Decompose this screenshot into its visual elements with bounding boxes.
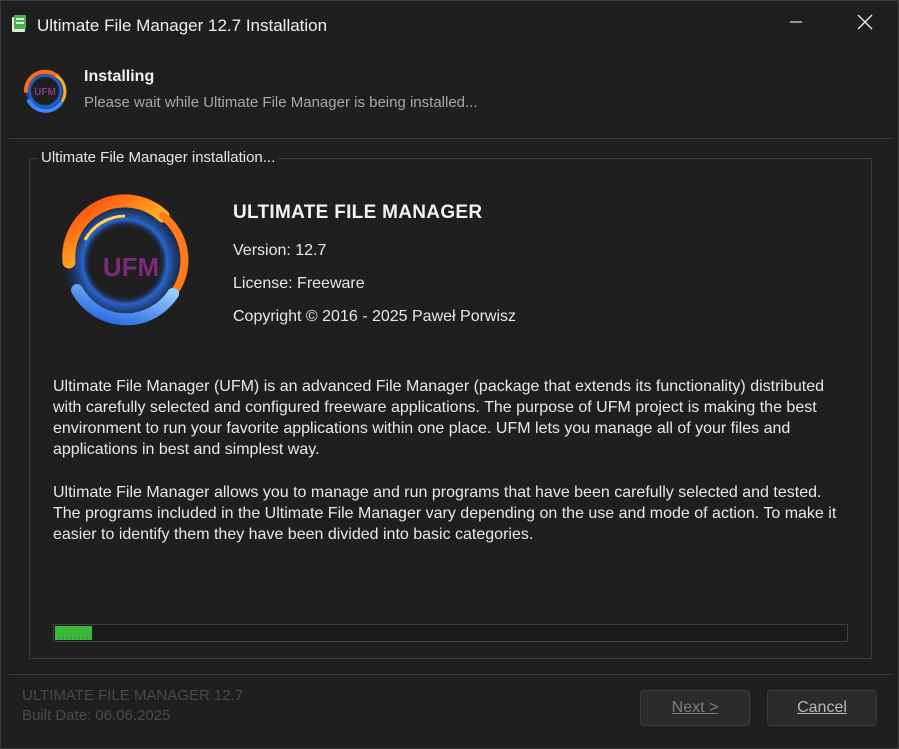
header-subtitle: Please wait while Ultimate File Manager …	[84, 94, 478, 111]
installer-app-icon	[11, 15, 27, 33]
ufm-logo-small: UFM	[21, 67, 69, 115]
license-text: License: Freeware	[233, 275, 365, 292]
svg-text:UFM: UFM	[34, 87, 56, 98]
installer-header: UFM Installing Please wait while Ultimat…	[1, 48, 898, 138]
next-button[interactable]: Next >	[640, 690, 750, 726]
title-bar[interactable]: Ultimate File Manager 12.7 Installation	[1, 1, 898, 47]
groupbox-label: Ultimate File Manager installation...	[38, 149, 279, 166]
footer-build-date: Built Date: 06.06.2025	[22, 707, 171, 724]
header-divider	[9, 138, 893, 139]
header-title: Installing	[84, 68, 155, 85]
close-button[interactable]	[837, 1, 893, 47]
description-paragraph-2: Ultimate File Manager allows you to mana…	[53, 484, 837, 543]
installation-progress-bar	[53, 624, 848, 642]
progress-bar-texture	[57, 637, 91, 639]
installer-window: Ultimate File Manager 12.7 Installation	[0, 0, 899, 749]
window-title: Ultimate File Manager 12.7 Installation	[37, 16, 328, 35]
minimize-icon	[789, 15, 803, 34]
footer-divider	[9, 674, 893, 675]
svg-text:UFM: UFM	[103, 252, 159, 282]
minimize-button[interactable]	[768, 1, 824, 47]
product-name: ULTIMATE FILE MANAGER	[233, 202, 483, 223]
ufm-logo-large: UFM	[55, 190, 195, 330]
copyright-text: Copyright © 2016 - 2025 Paweł Porwisz	[233, 308, 517, 325]
footer-product-name: ULTIMATE FILE MANAGER 12.7	[22, 687, 244, 704]
cancel-button[interactable]: Cancel	[767, 690, 877, 726]
version-text: Version: 12.7	[233, 242, 327, 259]
progress-bar-fill	[55, 626, 92, 640]
close-icon	[857, 14, 873, 35]
description-paragraph-1: Ultimate File Manager (UFM) is an advanc…	[53, 378, 825, 458]
